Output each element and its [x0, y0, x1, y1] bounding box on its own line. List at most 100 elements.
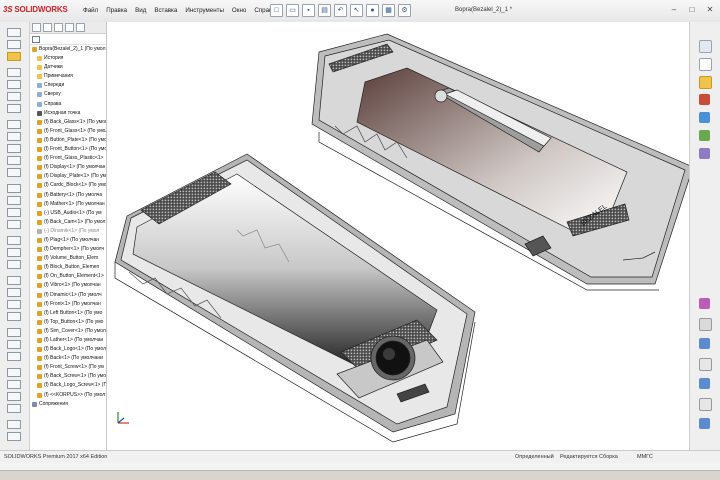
tool-icon[interactable] — [7, 168, 21, 177]
select-icon[interactable]: ↖ — [350, 4, 363, 17]
tree-item[interactable]: (f) Back_Cam<1> (По умол — [30, 218, 106, 227]
tree-item[interactable]: (f) Front_Glass<1> (По умол — [30, 127, 106, 136]
tree-item[interactable]: (f) <<KORPUS>> (По умол — [30, 391, 106, 400]
tree-item[interactable]: (f) Dempher<1> (По умолч — [30, 245, 106, 254]
menu-file[interactable]: Файл — [83, 7, 98, 14]
tool-icon[interactable] — [7, 236, 21, 245]
design-library-icon[interactable] — [699, 58, 712, 71]
tree-item[interactable]: (f) Lather<1> (По умолчан — [30, 336, 106, 345]
tree-item[interactable]: (-) Dinamik<1> (По умол — [30, 227, 106, 236]
tree-item[interactable]: (f) Vibro<1> (По умолчан — [30, 281, 106, 290]
tool-icon[interactable] — [7, 420, 21, 429]
appearances-icon[interactable] — [699, 112, 710, 123]
tree-item[interactable]: (f) Display<1> (По умолчан — [30, 163, 106, 172]
open-icon[interactable]: ▭ — [286, 4, 299, 17]
close-icon[interactable]: ✕ — [704, 4, 716, 15]
tool-icon[interactable] — [7, 404, 21, 413]
tree-item[interactable]: (f) Display_Plate<1> (По ум — [30, 172, 106, 181]
tool-icon[interactable] — [7, 300, 21, 309]
filter-icon[interactable] — [32, 36, 40, 43]
tool-icon[interactable] — [7, 432, 21, 441]
tool-icon[interactable] — [7, 260, 21, 269]
tool-icon[interactable] — [7, 352, 21, 361]
tool-icon[interactable] — [699, 338, 710, 349]
tool-icon[interactable] — [699, 358, 712, 371]
maximize-icon[interactable]: □ — [686, 4, 698, 15]
tool-icon[interactable] — [7, 312, 21, 321]
tree-item[interactable]: (f) Front_Glass_Plastic<1> — [30, 154, 106, 163]
dimxpert-tab-icon[interactable] — [65, 23, 74, 32]
forum-icon[interactable] — [699, 148, 710, 159]
undo-icon[interactable]: ↶ — [334, 4, 347, 17]
menu-insert[interactable]: Вставка — [154, 7, 177, 14]
tree-item[interactable]: (f) Front<1> (По умолчан — [30, 300, 106, 309]
tool-icon[interactable] — [7, 392, 21, 401]
tool-icon[interactable] — [7, 276, 21, 285]
solidworks-resources-icon[interactable] — [699, 40, 712, 53]
tree-item[interactable]: (f) Plag<1> (По умолчан — [30, 236, 106, 245]
tree-item[interactable]: (f) Back_Screw<1> (По умо — [30, 372, 106, 381]
pin-icon[interactable] — [699, 298, 710, 309]
property-manager-tab-icon[interactable] — [43, 23, 52, 32]
tool-icon[interactable] — [7, 328, 21, 337]
tool-icon[interactable] — [7, 288, 21, 297]
new-document-icon[interactable]: □ — [270, 4, 283, 17]
configuration-manager-tab-icon[interactable] — [54, 23, 63, 32]
tool-icon[interactable] — [7, 380, 21, 389]
rebuild-icon[interactable]: ● — [366, 4, 379, 17]
tree-item[interactable]: Исходная точка — [30, 109, 106, 118]
file-properties-icon[interactable]: ▦ — [382, 4, 395, 17]
tree-item[interactable]: (f) Dinamic<1> (По умолч — [30, 291, 106, 300]
view-palette-icon[interactable] — [699, 94, 710, 105]
tree-item[interactable]: (f) On_Button_Element<1> — [30, 272, 106, 281]
tool-icon[interactable] — [7, 368, 21, 377]
tree-item[interactable]: История — [30, 54, 106, 63]
tool-icon[interactable] — [7, 220, 21, 229]
tree-item[interactable]: (f) Front_Screw<1> (По ум — [30, 363, 106, 372]
tool-icon[interactable] — [7, 68, 21, 77]
tree-item[interactable]: Сопряжения — [30, 400, 106, 409]
tool-icon[interactable] — [7, 184, 21, 193]
print-icon[interactable]: ▤ — [318, 4, 331, 17]
tree-item[interactable]: Датчики — [30, 63, 106, 72]
tool-icon[interactable] — [7, 248, 21, 257]
menu-tools[interactable]: Инструменты — [185, 7, 224, 14]
tool-icon[interactable] — [7, 40, 21, 49]
graphics-area[interactable]: BEZALEL — [107, 22, 694, 450]
minimize-icon[interactable]: – — [668, 4, 680, 15]
solidworks-logo[interactable]: 3S SOLIDWORKS — [3, 5, 68, 14]
menu-view[interactable]: Вид — [135, 7, 146, 14]
save-icon[interactable]: ▪ — [302, 4, 315, 17]
tree-item[interactable]: Примечания — [30, 72, 106, 81]
tool-icon[interactable] — [699, 418, 710, 429]
tree-item[interactable]: (f) Cardc_Block<1> (По умо — [30, 181, 106, 190]
tool-icon[interactable] — [7, 156, 21, 165]
tree-item[interactable]: (f) Back<1> (По умолчани — [30, 354, 106, 363]
tool-icon[interactable] — [7, 132, 21, 141]
tree-item[interactable]: (f) Button_Plate<1> (По умо — [30, 136, 106, 145]
tool-icon[interactable] — [7, 80, 21, 89]
feature-tree-tab-icon[interactable] — [32, 23, 41, 32]
tree-root-assembly[interactable]: Bopra(Bezalel_2)_1 (По умол — [30, 45, 106, 54]
tool-icon[interactable] — [7, 208, 21, 217]
tree-item[interactable]: (f) Left Button<1> (По умо — [30, 309, 106, 318]
custom-properties-icon[interactable] — [699, 130, 710, 141]
menu-edit[interactable]: Правка — [106, 7, 127, 14]
folder-icon[interactable] — [7, 52, 21, 61]
tree-item[interactable]: (f) Back_Logo_Screw<1> (По — [30, 381, 106, 390]
menu-window[interactable]: Окно — [232, 7, 246, 14]
tool-icon[interactable] — [7, 104, 21, 113]
options-icon[interactable]: ⚙ — [398, 4, 411, 17]
tree-item[interactable]: (f) Volume_Button_Elem — [30, 254, 106, 263]
tool-icon[interactable] — [699, 318, 712, 331]
tree-item[interactable]: (f) Top_Button<1> (По умо — [30, 318, 106, 327]
tree-item[interactable]: Справа — [30, 100, 106, 109]
tree-item[interactable]: Сверху — [30, 90, 106, 99]
tool-icon[interactable] — [7, 120, 21, 129]
tree-item[interactable]: (f) Front_Button<1> (По умо — [30, 145, 106, 154]
tool-icon[interactable] — [7, 144, 21, 153]
tree-item[interactable]: (-) USB_Audio<1> (По ум — [30, 209, 106, 218]
tool-icon[interactable] — [699, 398, 712, 411]
tree-item[interactable]: Спереди — [30, 81, 106, 90]
tool-icon[interactable] — [7, 340, 21, 349]
